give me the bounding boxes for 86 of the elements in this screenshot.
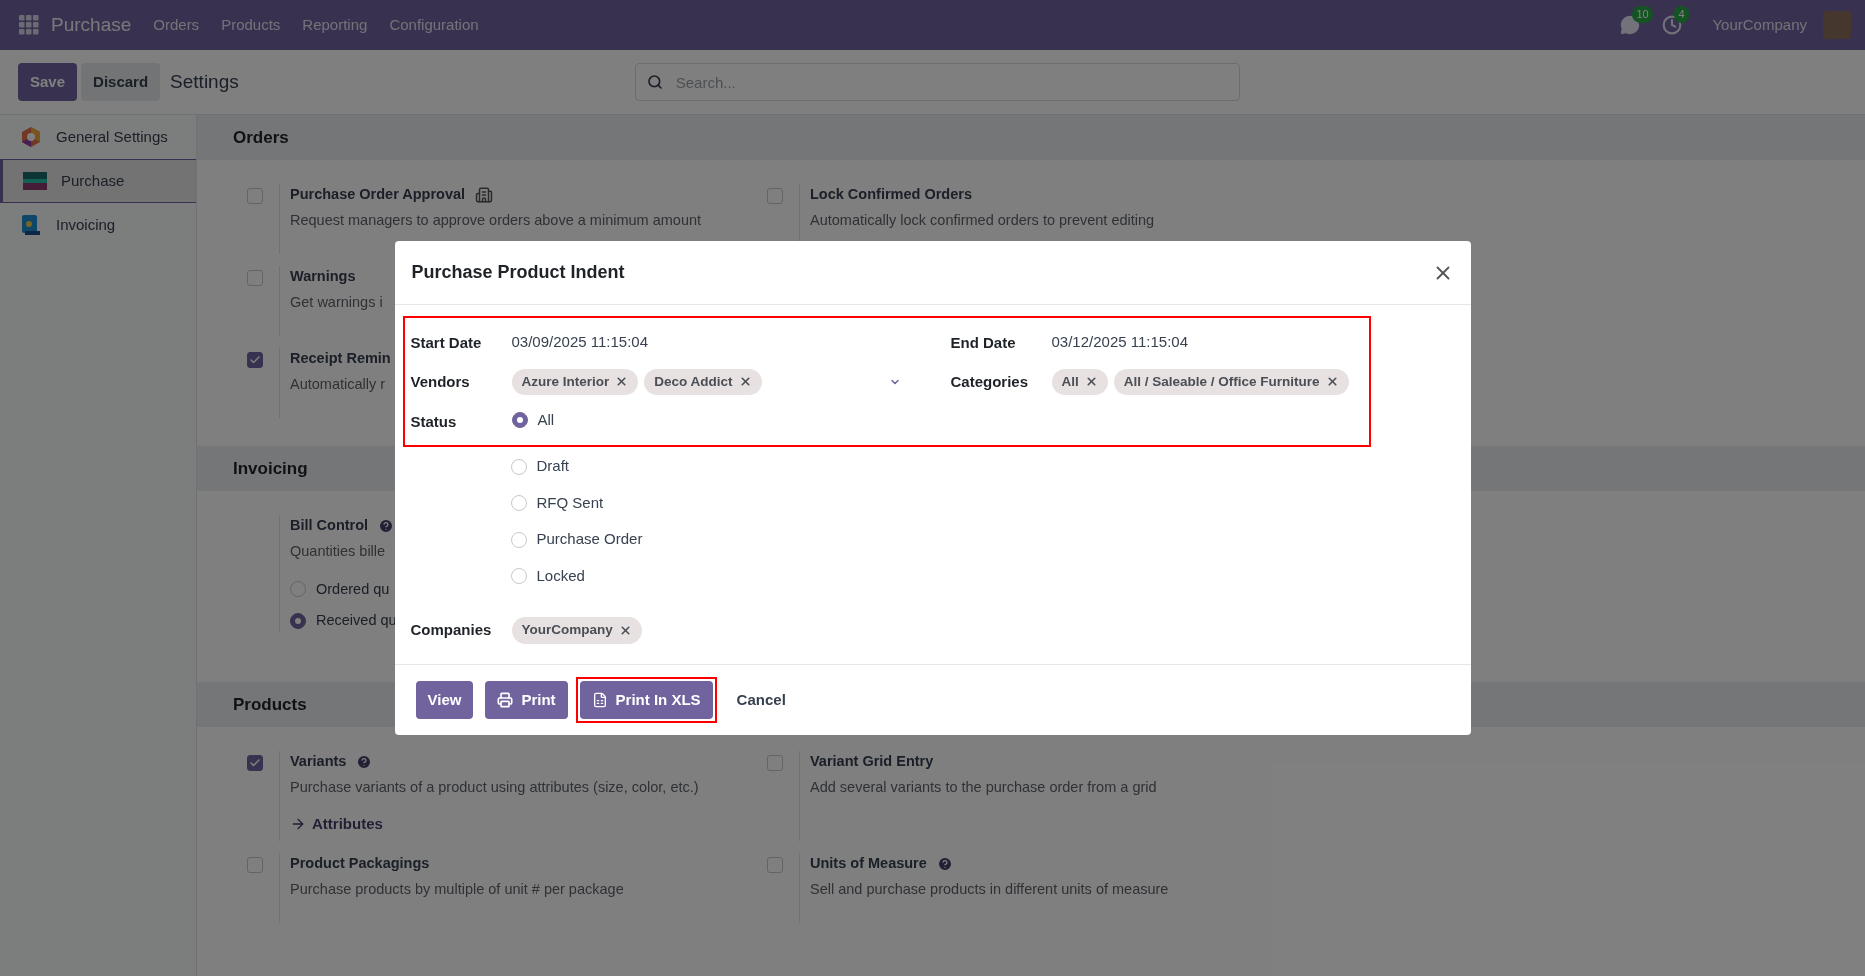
setting-title: Purchase Order Approval (290, 185, 466, 204)
setting-title: Product Packagings (290, 854, 430, 873)
menu-item[interactable]: Orders (153, 13, 200, 37)
checkbox[interactable] (247, 352, 263, 368)
setting-title: Variant Grid Entry (810, 752, 934, 771)
setting-description: Quantities bille (290, 541, 387, 561)
tag: All / Saleable / Office Furniture (1113, 368, 1349, 395)
setting-description: Purchase products by multiple of unit # per package (290, 879, 624, 899)
radio-button[interactable] (290, 613, 306, 630)
setting-description: Sell and purchase products in different units of measure (810, 879, 1169, 899)
section-header: Orders (197, 115, 1865, 160)
setting-title: Variants (290, 752, 347, 771)
apps-menu-icon[interactable] (19, 15, 39, 35)
remove-tag-icon[interactable] (618, 623, 632, 637)
setting-title: Warnings (290, 267, 356, 286)
radio-label[interactable]: RFQ Sent (536, 491, 604, 515)
checkbox[interactable] (767, 755, 783, 771)
radio-label[interactable]: Ordered qu (316, 578, 390, 601)
setting-title: Lock Confirmed Orders (810, 185, 972, 204)
check-icon (249, 757, 261, 769)
checkbox[interactable] (767, 857, 783, 873)
setting-title: Receipt Remin (290, 349, 391, 368)
field-label: Companies (410, 620, 493, 641)
radio-label[interactable]: All (537, 408, 555, 432)
menu-item[interactable]: Configuration (389, 13, 479, 37)
start-date-value[interactable]: 03/09/2025 11:15:04 (511, 333, 649, 350)
remove-tag-icon[interactable] (1325, 375, 1339, 389)
setting-title: Units of Measure (810, 854, 927, 873)
radio-label[interactable]: Draft (536, 455, 569, 478)
radio-button[interactable] (510, 495, 527, 511)
activities-count-badge: 4 (1674, 6, 1689, 23)
field-label: Vendors (410, 371, 471, 392)
tag: Deco Addict (644, 368, 762, 395)
app-name[interactable]: Purchase (51, 10, 132, 40)
setting-description: Automatically r (290, 374, 387, 394)
tag: Azure Interior (511, 368, 639, 395)
setting-description: Purchase variants of a product using attributes (size, color, etc.) (290, 777, 699, 797)
check-icon (249, 354, 261, 366)
radio-label[interactable]: Purchase Order (536, 528, 643, 551)
checkbox[interactable] (247, 755, 263, 771)
radio-label[interactable]: Locked (536, 564, 585, 588)
checkbox[interactable] (247, 857, 263, 873)
xls-button[interactable]: Print In XLS (575, 676, 717, 724)
page-title: Settings (170, 69, 239, 94)
field-label: Status (410, 411, 458, 432)
help-icon[interactable] (378, 517, 395, 534)
help-icon[interactable] (936, 855, 953, 872)
field-label: Categories (950, 371, 1030, 392)
radio-button[interactable] (510, 531, 527, 548)
radio-button[interactable] (510, 458, 527, 475)
field-label: Start Date (410, 333, 483, 353)
menu-item[interactable]: Reporting (302, 13, 368, 37)
sidebar-item[interactable]: Invoicing (0, 203, 196, 247)
menu-item[interactable]: Products (221, 13, 281, 37)
discard-button[interactable]: Discard (81, 62, 161, 102)
invoice-logo-icon (20, 214, 42, 236)
setting-description: Get warnings i (290, 292, 383, 312)
radio-button[interactable] (290, 581, 306, 598)
checkbox[interactable] (247, 270, 263, 286)
card-logo-icon (23, 172, 47, 190)
tag: All (1051, 368, 1108, 395)
radio-button[interactable] (511, 412, 528, 428)
attributes-link[interactable]: Attributes (290, 812, 699, 835)
dialog-title: Purchase Product Indent (411, 261, 625, 284)
setting-title: Bill Control (290, 516, 369, 535)
company-name[interactable]: YourCompany (1712, 13, 1807, 37)
tag: YourCompany (511, 617, 642, 644)
print-icon (497, 692, 514, 708)
search-icon (646, 74, 663, 90)
remove-tag-icon[interactable] (1084, 375, 1098, 389)
remove-tag-icon[interactable] (738, 375, 752, 389)
checkbox[interactable] (767, 188, 783, 204)
field-label: End Date (950, 333, 1017, 353)
sidebar-item[interactable]: Purchase (0, 159, 196, 203)
hexagon-logo-icon (20, 126, 42, 148)
setting-description: Automatically lock confirmed orders to prevent editing (810, 210, 1155, 230)
xls-file-icon (591, 692, 608, 708)
help-icon[interactable] (356, 753, 373, 770)
radio-button[interactable] (510, 568, 527, 584)
save-button[interactable]: Save (18, 62, 78, 102)
checkbox[interactable] (247, 188, 263, 204)
messages-count-badge: 10 (1632, 6, 1653, 23)
sidebar-item[interactable]: General Settings (0, 115, 196, 159)
setting-description: Add several variants to the purchase order from a grid (810, 777, 1157, 797)
end-date-value[interactable]: 03/12/2025 11:15:04 (1051, 333, 1189, 350)
setting-description: Request managers to approve orders above a minimum amount (290, 210, 702, 230)
